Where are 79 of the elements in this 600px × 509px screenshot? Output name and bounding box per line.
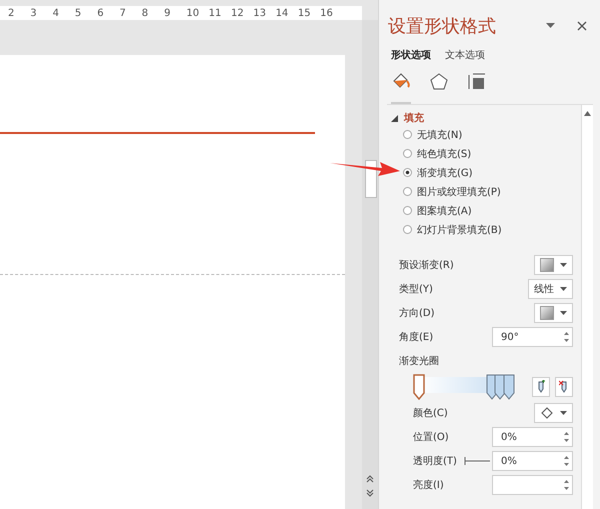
radio-button[interactable] (403, 130, 412, 139)
radio-label[interactable]: 纯色填充(S) (417, 146, 472, 160)
spinner-arrows-icon[interactable] (564, 331, 569, 343)
ruler-number: 14 (276, 8, 290, 18)
previous-slide-icon[interactable] (366, 475, 374, 483)
remove-stop-button[interactable] (555, 377, 573, 397)
next-slide-icon[interactable] (366, 489, 374, 497)
radio-button[interactable] (403, 206, 412, 215)
gradient-swatch (540, 258, 554, 272)
radio-button[interactable] (403, 168, 412, 177)
close-icon[interactable] (577, 21, 587, 31)
field-label: 颜色(C) (413, 406, 448, 420)
radio-label[interactable]: 图片或纹理填充(P) (417, 184, 501, 198)
ruler-number: 15 (298, 8, 312, 18)
field-label: 角度(E) (399, 330, 434, 344)
dropdown-icon[interactable] (546, 23, 555, 29)
ruler-number: 11 (208, 8, 222, 18)
spin-field[interactable]: 0% (492, 451, 573, 471)
radio-button[interactable] (403, 187, 412, 196)
remove-stop-icon (559, 380, 569, 394)
radio-button[interactable] (403, 225, 412, 234)
section-title: 填充 (404, 111, 424, 125)
radio-label[interactable]: 图案填充(A) (417, 204, 472, 218)
spin-field[interactable]: 0% (492, 427, 573, 447)
gradient-stop[interactable] (503, 374, 516, 400)
scrollbar[interactable] (581, 105, 593, 509)
gradient-preset-dropdown[interactable] (534, 303, 573, 323)
gradient-stop[interactable] (413, 374, 425, 400)
ruler-number: 12 (230, 8, 245, 18)
color-dropdown[interactable] (534, 403, 573, 423)
caret-icon (560, 411, 567, 415)
ruler-number: 8 (142, 8, 150, 18)
slider[interactable] (464, 457, 490, 465)
ruler-number: 6 (97, 8, 105, 18)
radio-label[interactable]: 幻灯片背景填充(B) (417, 222, 502, 236)
ruler-number: 16 (320, 8, 334, 18)
ruler-number: 3 (30, 8, 38, 18)
pentagon-icon (429, 72, 449, 92)
scrollbar[interactable] (362, 20, 378, 509)
ruler-number: 5 (74, 8, 82, 18)
ruler-number: 2 (8, 8, 16, 18)
caret-icon (560, 263, 567, 267)
radio-button[interactable] (403, 149, 412, 158)
field-label: 亮度(I) (413, 478, 444, 492)
spinner-arrows-icon[interactable] (564, 455, 569, 467)
tab[interactable]: 文本选项 (445, 48, 485, 62)
spinner-arrows-icon[interactable] (564, 431, 569, 443)
caret-icon (560, 311, 567, 315)
ruler-number: 4 (52, 8, 60, 18)
type-dropdown[interactable]: 线性 (528, 279, 573, 299)
field-label: 位置(O) (413, 430, 449, 444)
field-label: 透明度(T) (413, 454, 457, 468)
ruler-number: 7 (119, 8, 127, 18)
gradient-swatch (540, 306, 554, 320)
scrollbar-thumb[interactable] (365, 160, 378, 198)
ruler-number: 13 (253, 8, 267, 18)
field-label: 方向(D) (399, 306, 435, 320)
expand-icon (391, 114, 398, 122)
add-stop-button[interactable] (532, 377, 550, 397)
spin-field[interactable] (492, 475, 573, 495)
section-header[interactable]: 填充 (391, 111, 573, 125)
arrow-drawing (330, 160, 400, 178)
spin-field[interactable]: 90° (492, 327, 573, 347)
size-icon (467, 72, 487, 92)
caret-icon (560, 287, 567, 291)
ruler-number: 10 (186, 8, 200, 18)
scroll-up-icon[interactable] (584, 111, 591, 116)
add-stop-icon (536, 380, 546, 394)
ruler-number: 9 (164, 8, 172, 18)
gradient-stop[interactable] (494, 374, 506, 400)
tab[interactable]: 形状选项 (391, 48, 431, 62)
radio-label[interactable]: 无填充(N) (417, 128, 462, 142)
field-label: 预设渐变(R) (399, 258, 454, 272)
field-label: 类型(Y) (399, 282, 433, 296)
field-label: 渐变光圈 (399, 354, 439, 368)
radio-label[interactable]: 渐变填充(G) (417, 166, 473, 180)
pane-title: 设置形状格式 (388, 15, 497, 38)
gradient-preset-dropdown[interactable] (534, 255, 573, 275)
spinner-arrows-icon[interactable] (564, 479, 569, 491)
